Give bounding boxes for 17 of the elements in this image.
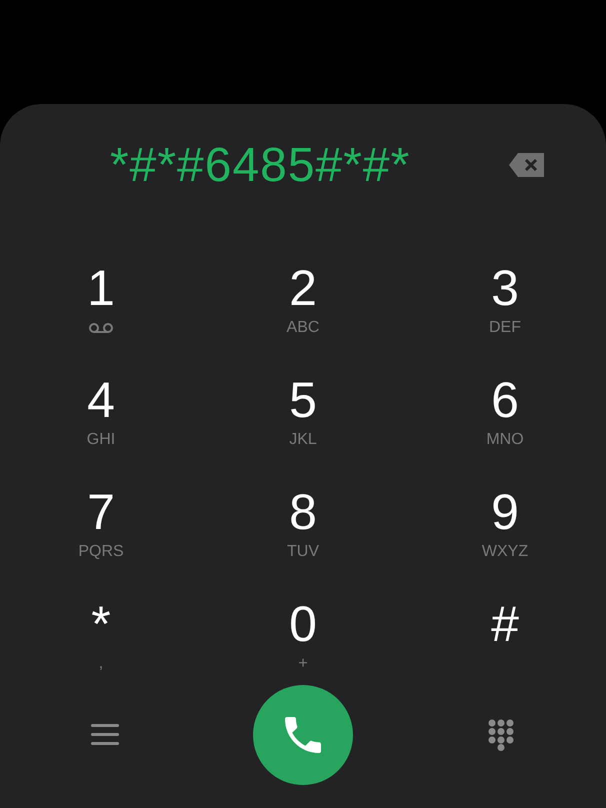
menu-icon[interactable] <box>91 724 119 746</box>
dial-key[interactable]: 7 PQRS <box>58 487 144 562</box>
dial-key[interactable]: 0 + <box>269 599 337 674</box>
dial-key[interactable]: 4 GHI <box>66 375 136 450</box>
dialed-number: *#*#6485#*#* <box>110 138 410 192</box>
voicemail-icon <box>89 322 113 334</box>
backspace-icon[interactable] <box>508 152 546 178</box>
dial-key[interactable]: 9 WXYZ <box>462 487 548 562</box>
dial-key[interactable]: 2 ABC <box>266 263 340 338</box>
dial-key[interactable]: 5 JKL <box>269 375 337 450</box>
dial-key[interactable]: * , <box>71 599 131 674</box>
dial-key[interactable]: 8 TUV <box>267 487 339 562</box>
dial-key[interactable]: # <box>471 599 539 674</box>
dial-key[interactable]: 6 MNO <box>466 375 544 450</box>
dial-key[interactable]: 1 <box>67 263 135 338</box>
dial-key[interactable]: 3 DEF <box>469 263 541 338</box>
dialpad-icon[interactable] <box>488 719 514 751</box>
